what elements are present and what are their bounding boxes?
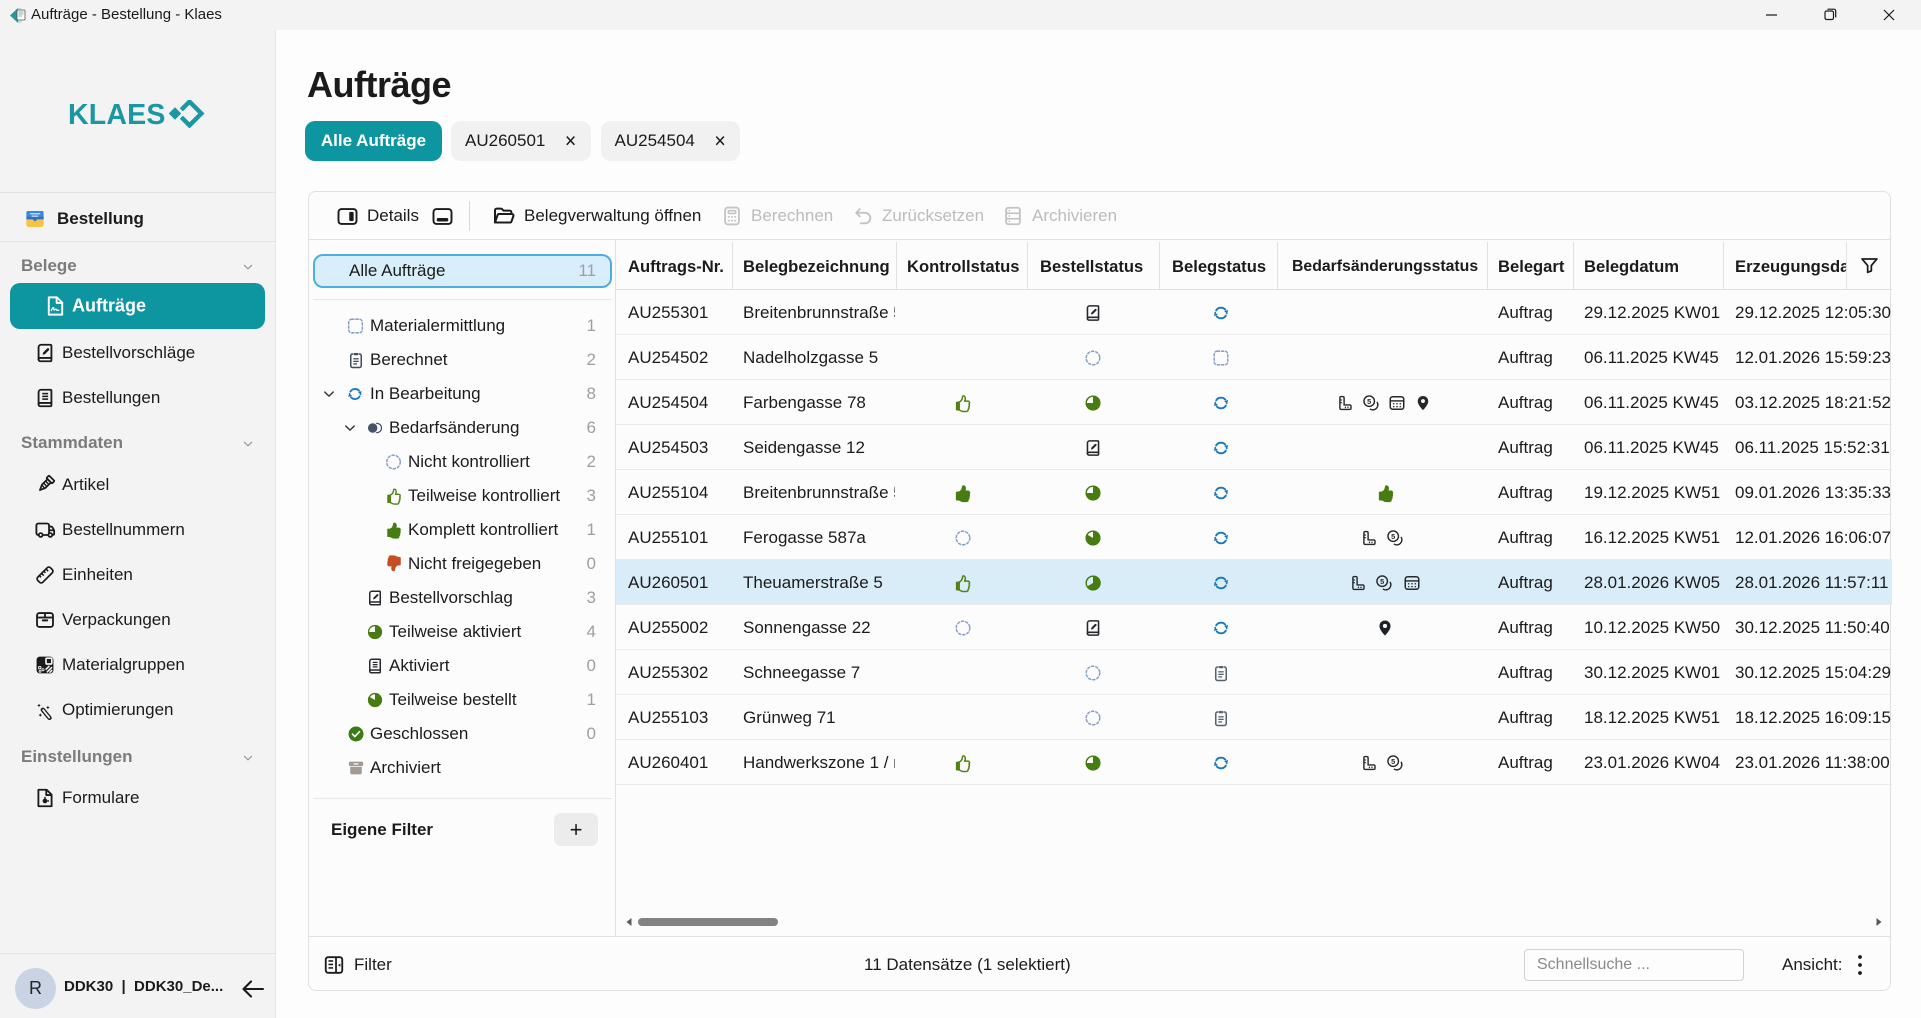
svg-text:KLAES: KLAES [69, 100, 166, 128]
